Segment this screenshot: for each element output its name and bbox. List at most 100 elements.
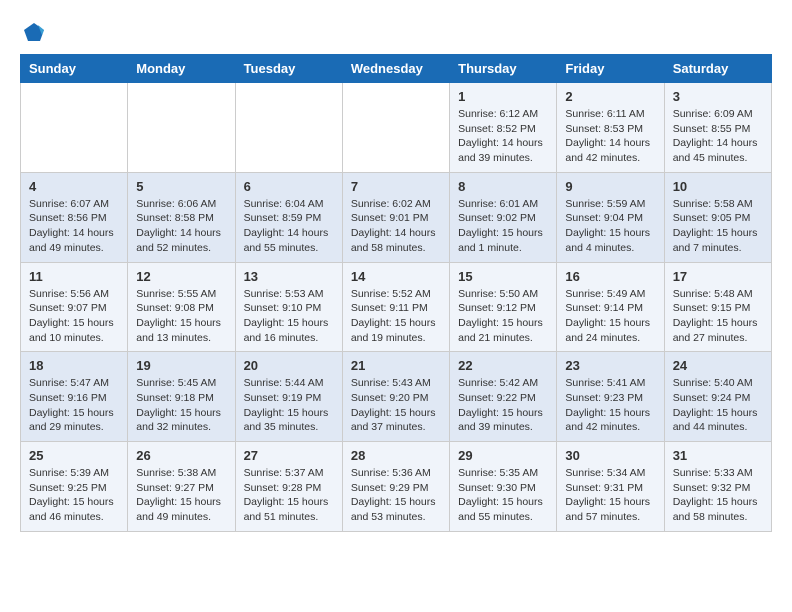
day-number: 7 bbox=[351, 179, 441, 194]
calendar-week-row: 1 Sunrise: 6:12 AM Sunset: 8:52 PM Daylig… bbox=[21, 83, 772, 173]
calendar-cell: 30 Sunrise: 5:34 AM Sunset: 9:31 PM Dayli… bbox=[557, 442, 664, 532]
day-number: 24 bbox=[673, 358, 763, 373]
calendar-week-row: 18 Sunrise: 5:47 AM Sunset: 9:16 PM Dayli… bbox=[21, 352, 772, 442]
calendar-cell: 7 Sunrise: 6:02 AM Sunset: 9:01 PM Daylig… bbox=[342, 172, 449, 262]
calendar-cell: 4 Sunrise: 6:07 AM Sunset: 8:56 PM Daylig… bbox=[21, 172, 128, 262]
logo bbox=[20, 20, 46, 44]
day-info: Sunrise: 5:43 AM Sunset: 9:20 PM Dayligh… bbox=[351, 376, 441, 435]
day-number: 2 bbox=[565, 89, 655, 104]
day-info: Sunrise: 5:33 AM Sunset: 9:32 PM Dayligh… bbox=[673, 466, 763, 525]
column-header-wednesday: Wednesday bbox=[342, 55, 449, 83]
day-number: 31 bbox=[673, 448, 763, 463]
calendar-cell: 20Sunrise: 5:44 AM Sunset: 9:19 PM Dayli… bbox=[235, 352, 342, 442]
day-number: 23 bbox=[565, 358, 655, 373]
logo-icon bbox=[22, 20, 46, 44]
day-info: Sunrise: 5:34 AM Sunset: 9:31 PM Dayligh… bbox=[565, 466, 655, 525]
day-number: 12 bbox=[136, 269, 226, 284]
day-info: Sunrise: 5:58 AM Sunset: 9:05 PM Dayligh… bbox=[673, 197, 763, 256]
calendar-cell: 9Sunrise: 5:59 AM Sunset: 9:04 PM Daylig… bbox=[557, 172, 664, 262]
day-number: 18 bbox=[29, 358, 119, 373]
day-number: 9 bbox=[565, 179, 655, 194]
day-info: Sunrise: 6:11 AM Sunset: 8:53 PM Dayligh… bbox=[565, 107, 655, 166]
calendar-cell: 16 Sunrise: 5:49 AM Sunset: 9:14 PM Dayli… bbox=[557, 262, 664, 352]
day-number: 13 bbox=[244, 269, 334, 284]
day-info: Sunrise: 5:42 AM Sunset: 9:22 PM Dayligh… bbox=[458, 376, 548, 435]
day-number: 4 bbox=[29, 179, 119, 194]
day-info: Sunrise: 5:49 AM Sunset: 9:14 PM Dayligh… bbox=[565, 287, 655, 346]
calendar-cell: 21 Sunrise: 5:43 AM Sunset: 9:20 PM Dayli… bbox=[342, 352, 449, 442]
day-number: 8 bbox=[458, 179, 548, 194]
day-number: 3 bbox=[673, 89, 763, 104]
day-info: Sunrise: 5:55 AM Sunset: 9:08 PM Dayligh… bbox=[136, 287, 226, 346]
day-info: Sunrise: 5:37 AM Sunset: 9:28 PM Dayligh… bbox=[244, 466, 334, 525]
column-header-thursday: Thursday bbox=[450, 55, 557, 83]
calendar-cell: 13 Sunrise: 5:53 AM Sunset: 9:10 PM Dayli… bbox=[235, 262, 342, 352]
calendar-cell: 12 Sunrise: 5:55 AM Sunset: 9:08 PM Dayli… bbox=[128, 262, 235, 352]
page-header bbox=[20, 20, 772, 44]
day-number: 21 bbox=[351, 358, 441, 373]
day-info: Sunrise: 6:06 AM Sunset: 8:58 PM Dayligh… bbox=[136, 197, 226, 256]
day-number: 16 bbox=[565, 269, 655, 284]
day-number: 11 bbox=[29, 269, 119, 284]
day-number: 5 bbox=[136, 179, 226, 194]
day-number: 14 bbox=[351, 269, 441, 284]
day-info: Sunrise: 5:52 AM Sunset: 9:11 PM Dayligh… bbox=[351, 287, 441, 346]
calendar-cell: 29 Sunrise: 5:35 AM Sunset: 9:30 PM Dayli… bbox=[450, 442, 557, 532]
column-header-friday: Friday bbox=[557, 55, 664, 83]
day-info: Sunrise: 5:47 AM Sunset: 9:16 PM Dayligh… bbox=[29, 376, 119, 435]
day-number: 15 bbox=[458, 269, 548, 284]
calendar-cell: 17 Sunrise: 5:48 AM Sunset: 9:15 PM Dayli… bbox=[664, 262, 771, 352]
calendar-cell: 2 Sunrise: 6:11 AM Sunset: 8:53 PM Daylig… bbox=[557, 83, 664, 173]
day-number: 27 bbox=[244, 448, 334, 463]
calendar-cell: 28 Sunrise: 5:36 AM Sunset: 9:29 PM Dayli… bbox=[342, 442, 449, 532]
day-info: Sunrise: 5:41 AM Sunset: 9:23 PM Dayligh… bbox=[565, 376, 655, 435]
day-number: 22 bbox=[458, 358, 548, 373]
calendar-cell: 24 Sunrise: 5:40 AM Sunset: 9:24 PM Dayli… bbox=[664, 352, 771, 442]
day-info: Sunrise: 5:48 AM Sunset: 9:15 PM Dayligh… bbox=[673, 287, 763, 346]
day-info: Sunrise: 6:12 AM Sunset: 8:52 PM Dayligh… bbox=[458, 107, 548, 166]
day-info: Sunrise: 6:04 AM Sunset: 8:59 PM Dayligh… bbox=[244, 197, 334, 256]
day-info: Sunrise: 5:35 AM Sunset: 9:30 PM Dayligh… bbox=[458, 466, 548, 525]
calendar-cell: 27 Sunrise: 5:37 AM Sunset: 9:28 PM Dayli… bbox=[235, 442, 342, 532]
calendar-cell: 18 Sunrise: 5:47 AM Sunset: 9:16 PM Dayli… bbox=[21, 352, 128, 442]
day-info: Sunrise: 5:56 AM Sunset: 9:07 PM Dayligh… bbox=[29, 287, 119, 346]
calendar-cell: 22 Sunrise: 5:42 AM Sunset: 9:22 PM Dayli… bbox=[450, 352, 557, 442]
day-number: 6 bbox=[244, 179, 334, 194]
day-number: 29 bbox=[458, 448, 548, 463]
calendar-week-row: 4 Sunrise: 6:07 AM Sunset: 8:56 PM Daylig… bbox=[21, 172, 772, 262]
day-number: 1 bbox=[458, 89, 548, 104]
calendar-cell: 11 Sunrise: 5:56 AM Sunset: 9:07 PM Dayli… bbox=[21, 262, 128, 352]
day-info: Sunrise: 6:09 AM Sunset: 8:55 PM Dayligh… bbox=[673, 107, 763, 166]
column-header-monday: Monday bbox=[128, 55, 235, 83]
day-info: Sunrise: 5:40 AM Sunset: 9:24 PM Dayligh… bbox=[673, 376, 763, 435]
day-info: Sunrise: 6:01 AM Sunset: 9:02 PM Dayligh… bbox=[458, 197, 548, 256]
day-info: Sunrise: 5:44 AM Sunset: 9:19 PM Dayligh… bbox=[244, 376, 334, 435]
calendar-week-row: 25Sunrise: 5:39 AM Sunset: 9:25 PM Dayli… bbox=[21, 442, 772, 532]
day-info: Sunrise: 5:36 AM Sunset: 9:29 PM Dayligh… bbox=[351, 466, 441, 525]
column-header-saturday: Saturday bbox=[664, 55, 771, 83]
calendar-cell: 23 Sunrise: 5:41 AM Sunset: 9:23 PM Dayli… bbox=[557, 352, 664, 442]
calendar-cell: 6 Sunrise: 6:04 AM Sunset: 8:59 PM Daylig… bbox=[235, 172, 342, 262]
calendar-cell: 10 Sunrise: 5:58 AM Sunset: 9:05 PM Dayli… bbox=[664, 172, 771, 262]
day-number: 10 bbox=[673, 179, 763, 194]
day-number: 17 bbox=[673, 269, 763, 284]
day-info: Sunrise: 5:50 AM Sunset: 9:12 PM Dayligh… bbox=[458, 287, 548, 346]
day-number: 19 bbox=[136, 358, 226, 373]
calendar-cell: 3 Sunrise: 6:09 AM Sunset: 8:55 PM Daylig… bbox=[664, 83, 771, 173]
calendar-week-row: 11 Sunrise: 5:56 AM Sunset: 9:07 PM Dayli… bbox=[21, 262, 772, 352]
day-number: 28 bbox=[351, 448, 441, 463]
day-info: Sunrise: 6:07 AM Sunset: 8:56 PM Dayligh… bbox=[29, 197, 119, 256]
calendar-table: SundayMondayTuesdayWednesdayThursdayFrid… bbox=[20, 54, 772, 532]
day-number: 30 bbox=[565, 448, 655, 463]
calendar-cell bbox=[21, 83, 128, 173]
column-header-tuesday: Tuesday bbox=[235, 55, 342, 83]
column-header-sunday: Sunday bbox=[21, 55, 128, 83]
day-info: Sunrise: 5:45 AM Sunset: 9:18 PM Dayligh… bbox=[136, 376, 226, 435]
calendar-cell: 31 Sunrise: 5:33 AM Sunset: 9:32 PM Dayli… bbox=[664, 442, 771, 532]
day-info: Sunrise: 5:38 AM Sunset: 9:27 PM Dayligh… bbox=[136, 466, 226, 525]
calendar-cell: 5 Sunrise: 6:06 AM Sunset: 8:58 PM Daylig… bbox=[128, 172, 235, 262]
calendar-cell: 19 Sunrise: 5:45 AM Sunset: 9:18 PM Dayli… bbox=[128, 352, 235, 442]
day-info: Sunrise: 5:53 AM Sunset: 9:10 PM Dayligh… bbox=[244, 287, 334, 346]
day-info: Sunrise: 6:02 AM Sunset: 9:01 PM Dayligh… bbox=[351, 197, 441, 256]
calendar-cell: 15 Sunrise: 5:50 AM Sunset: 9:12 PM Dayli… bbox=[450, 262, 557, 352]
